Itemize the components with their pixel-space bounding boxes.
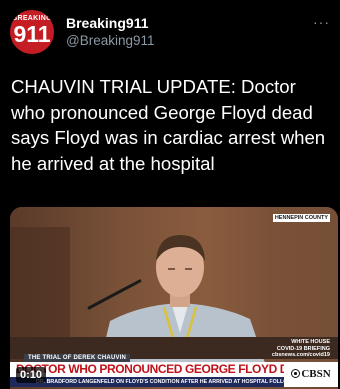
briefing-line-3: cbsnews.com/covid19 xyxy=(271,352,330,358)
account-handle[interactable]: @Breaking911 xyxy=(66,32,155,50)
network-name: CBSN xyxy=(301,368,331,380)
tweet: BREAKING 911 Breaking911 @Breaking911 ··… xyxy=(0,0,340,389)
lower-third-headline: DOCTOR WHO PRONOUNCED GEORGE FLOYD DEAD … xyxy=(10,362,284,377)
more-icon[interactable]: ··· xyxy=(313,14,330,30)
network-logo: CBSN xyxy=(284,362,338,387)
lower-third-subline: DR. BRADFORD LANGENFELD ON FLOYD'S CONDI… xyxy=(10,377,284,387)
avatar-number: 911 xyxy=(13,21,51,47)
video-timestamp: 0:10 xyxy=(16,367,47,383)
display-name[interactable]: Breaking911 xyxy=(66,14,155,32)
tweet-text: CHAUVIN TRIAL UPDATE: Doctor who pronoun… xyxy=(11,76,326,174)
video-player[interactable]: HENNEPIN COUNTY WHITE HOUSE COVID-19 BRI… xyxy=(10,207,338,389)
tweet-header: BREAKING 911 Breaking911 @Breaking911 ··… xyxy=(10,8,332,54)
avatar[interactable]: BREAKING 911 xyxy=(10,10,54,54)
court-logo: HENNEPIN COUNTY xyxy=(272,214,330,222)
briefing-bug: WHITE HOUSE COVID-19 BRIEFING cbsnews.co… xyxy=(272,339,330,359)
cbs-eye-icon xyxy=(291,369,301,378)
account-names: Breaking911 @Breaking911 xyxy=(66,14,155,50)
